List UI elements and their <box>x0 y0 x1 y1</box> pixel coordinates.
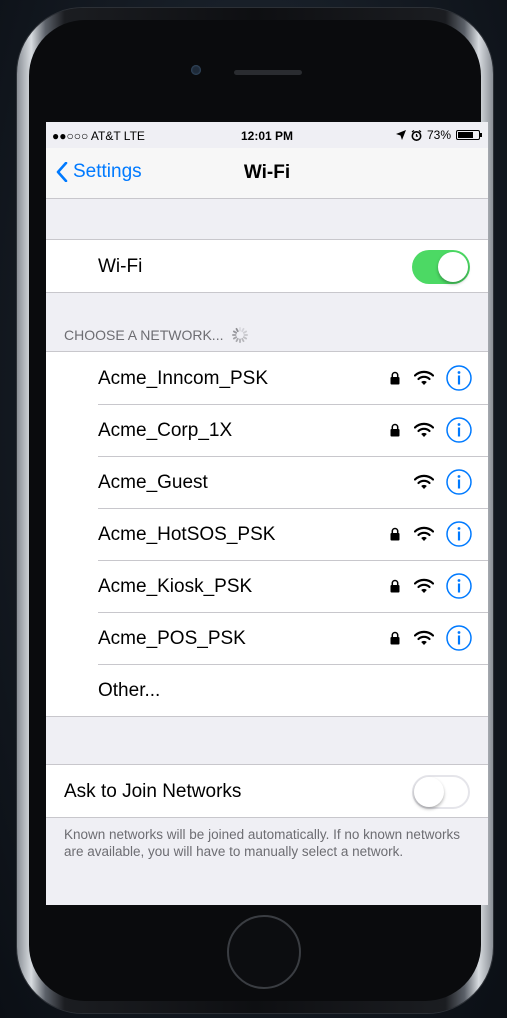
lock-icon <box>390 423 400 437</box>
alarm-clock-icon <box>411 129 422 141</box>
battery-percent: 73% <box>426 128 451 142</box>
network-status-icons <box>390 365 472 391</box>
wifi-row: Wi-Fi <box>46 240 488 292</box>
wifi-toggle-group: Wi-Fi <box>46 239 488 293</box>
network-row[interactable]: Acme_Guest <box>46 456 488 508</box>
network-name: Acme_Kiosk_PSK <box>98 576 253 597</box>
network-row[interactable]: Acme_Inncom_PSK <box>46 352 488 404</box>
wifi-toggle-switch[interactable] <box>412 250 470 284</box>
wifi-label: Wi-Fi <box>98 256 143 277</box>
wifi-signal-icon <box>414 370 434 385</box>
wifi-signal-icon <box>414 630 434 645</box>
wifi-signal-icon <box>414 422 434 437</box>
status-bar: ●●○○○ AT&T LTE 12:01 PM 73% <box>46 122 488 148</box>
info-icon[interactable] <box>446 573 472 599</box>
back-button[interactable]: Settings <box>56 161 142 183</box>
info-icon[interactable] <box>446 625 472 651</box>
network-list: Acme_Inncom_PSK Acme_Corp_1X Acme_Guest Acm… <box>46 351 488 717</box>
lock-icon <box>390 579 400 593</box>
earpiece-speaker <box>234 70 302 75</box>
lock-icon <box>390 527 400 541</box>
section-header: CHOOSE A NETWORK... <box>64 326 249 344</box>
info-icon[interactable] <box>446 469 472 495</box>
network-row[interactable]: Acme_Kiosk_PSK <box>46 560 488 612</box>
ask-to-join-row: Ask to Join Networks <box>46 765 488 817</box>
lock-icon <box>390 631 400 645</box>
other-label: Other... <box>98 680 161 701</box>
footer-note: Known networks will be joined automatica… <box>64 827 460 859</box>
other-network-row[interactable]: Other... <box>46 664 488 716</box>
info-icon[interactable] <box>446 417 472 443</box>
network-name: Acme_Inncom_PSK <box>98 368 269 389</box>
network-row[interactable]: Acme_POS_PSK <box>46 612 488 664</box>
ask-to-join-label: Ask to Join Networks <box>64 781 242 802</box>
choose-network-header: CHOOSE A NETWORK... <box>64 327 224 343</box>
network-name: Acme_HotSOS_PSK <box>98 524 276 545</box>
wifi-signal-icon <box>414 526 434 541</box>
status-right: 73% <box>395 128 482 142</box>
ask-join-group: Ask to Join Networks <box>46 764 488 818</box>
toggle-knob <box>438 252 468 282</box>
toggle-knob <box>414 777 444 807</box>
ask-to-join-toggle[interactable] <box>412 775 470 809</box>
network-status-icons <box>414 469 472 495</box>
screen: ●●○○○ AT&T LTE 12:01 PM 73% Settings Wi-… <box>46 122 488 905</box>
network-status-icons <box>390 521 472 547</box>
navigation-bar: Settings Wi-Fi <box>46 148 488 199</box>
wifi-signal-icon <box>414 578 434 593</box>
network-row[interactable]: Acme_Corp_1X <box>46 404 488 456</box>
back-label: Settings <box>73 161 142 182</box>
network-status-icons <box>390 573 472 599</box>
location-arrow-icon <box>395 130 406 140</box>
network-status-icons <box>390 625 472 651</box>
home-button[interactable] <box>227 915 301 989</box>
network-name: Acme_Corp_1X <box>98 420 233 441</box>
front-camera <box>191 65 201 75</box>
network-row[interactable]: Acme_HotSOS_PSK <box>46 508 488 560</box>
network-name: Acme_POS_PSK <box>98 628 246 649</box>
chevron-left-icon <box>56 162 68 182</box>
lock-icon <box>390 371 400 385</box>
info-icon[interactable] <box>446 521 472 547</box>
wifi-signal-icon <box>414 474 434 489</box>
battery-icon <box>456 130 482 140</box>
network-status-icons <box>390 417 472 443</box>
loading-spinner-icon <box>232 327 249 343</box>
battery-fill <box>458 132 473 138</box>
network-name: Acme_Guest <box>98 472 208 493</box>
info-icon[interactable] <box>446 365 472 391</box>
